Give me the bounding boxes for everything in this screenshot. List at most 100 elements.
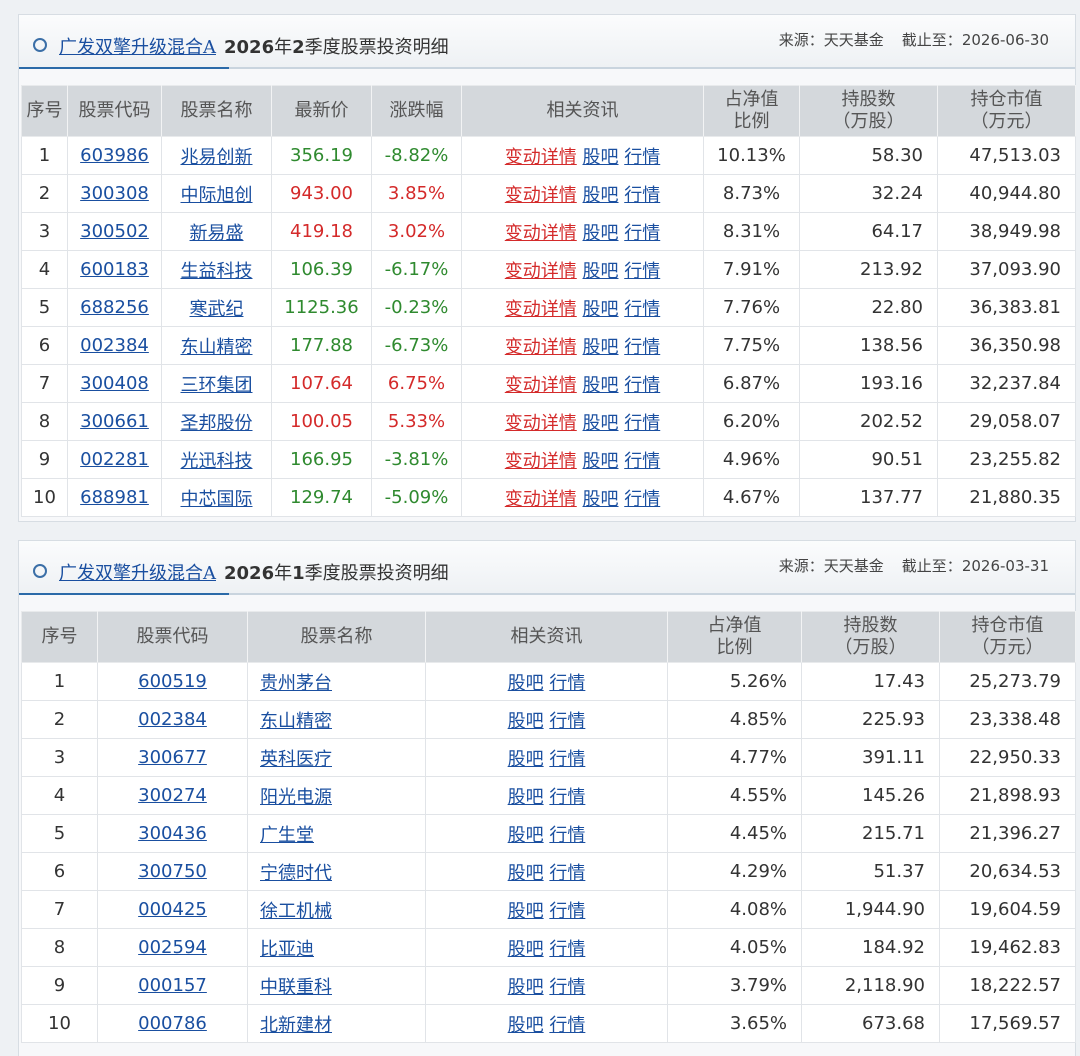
net-value-pct: 4.05% [667, 928, 802, 967]
shares-held: 213.92 [799, 250, 938, 289]
stock-name-link[interactable]: 寒武纪 [190, 299, 244, 320]
guba-link[interactable]: 股吧 [583, 413, 619, 434]
stock-name-link[interactable]: 中联重科 [260, 977, 332, 998]
stock-name-link[interactable]: 徐工机械 [260, 901, 332, 922]
stock-code-link[interactable]: 002281 [80, 449, 149, 470]
stock-code-link[interactable]: 300274 [138, 785, 207, 806]
market-value: 23,338.48 [939, 700, 1076, 739]
stock-code-link[interactable]: 600183 [80, 259, 149, 280]
quote-link[interactable]: 行情 [549, 825, 585, 846]
stock-code-link[interactable]: 000425 [138, 899, 207, 920]
quote-link[interactable]: 行情 [549, 673, 585, 694]
change-detail-link[interactable]: 变动详情 [505, 451, 577, 472]
guba-link[interactable]: 股吧 [583, 147, 619, 168]
guba-link[interactable]: 股吧 [508, 977, 544, 998]
stock-code-link[interactable]: 000157 [138, 975, 207, 996]
stock-code-link[interactable]: 300677 [138, 747, 207, 768]
change-detail-link[interactable]: 变动详情 [505, 413, 577, 434]
stock-code-link[interactable]: 688256 [80, 297, 149, 318]
stock-name-link[interactable]: 圣邦股份 [181, 413, 253, 434]
quote-link[interactable]: 行情 [624, 223, 660, 244]
stock-code-link[interactable]: 600519 [138, 671, 207, 692]
change-detail-link[interactable]: 变动详情 [505, 299, 577, 320]
stock-code-link[interactable]: 000786 [138, 1013, 207, 1034]
market-value: 21,396.27 [939, 814, 1076, 853]
stock-name-link[interactable]: 宁德时代 [260, 863, 332, 884]
guba-link[interactable]: 股吧 [583, 261, 619, 282]
quote-link[interactable]: 行情 [624, 185, 660, 206]
stock-name-link[interactable]: 贵州茅台 [260, 673, 332, 694]
fund-name-link[interactable]: 广发双擎升级混合A [59, 37, 216, 58]
guba-link[interactable]: 股吧 [583, 185, 619, 206]
stock-name-link[interactable]: 英科医疗 [260, 749, 332, 770]
guba-link[interactable]: 股吧 [583, 299, 619, 320]
stock-name-link[interactable]: 中际旭创 [181, 185, 253, 206]
guba-link[interactable]: 股吧 [583, 489, 619, 510]
stock-code-link[interactable]: 603986 [80, 145, 149, 166]
stock-name-link[interactable]: 东山精密 [260, 711, 332, 732]
latest-price: 419.18 [271, 212, 372, 251]
quote-link[interactable]: 行情 [624, 261, 660, 282]
change-detail-link[interactable]: 变动详情 [505, 337, 577, 358]
change-detail-link[interactable]: 变动详情 [505, 261, 577, 282]
guba-link[interactable]: 股吧 [583, 451, 619, 472]
guba-link[interactable]: 股吧 [583, 375, 619, 396]
guba-link[interactable]: 股吧 [583, 223, 619, 244]
stock-code-link[interactable]: 300750 [138, 861, 207, 882]
quote-link[interactable]: 行情 [549, 863, 585, 884]
change-detail-link[interactable]: 变动详情 [505, 375, 577, 396]
guba-link[interactable]: 股吧 [508, 825, 544, 846]
guba-link[interactable]: 股吧 [508, 1015, 544, 1036]
quote-link[interactable]: 行情 [549, 901, 585, 922]
stock-code-link[interactable]: 300436 [138, 823, 207, 844]
quote-link[interactable]: 行情 [549, 1015, 585, 1036]
stock-name-link[interactable]: 兆易创新 [181, 147, 253, 168]
col-header-change: 涨跌幅 [371, 85, 462, 137]
quote-link[interactable]: 行情 [549, 711, 585, 732]
stock-name-link[interactable]: 广生堂 [260, 825, 314, 846]
stock-code-link[interactable]: 002384 [138, 709, 207, 730]
stock-code-link[interactable]: 300661 [80, 411, 149, 432]
col-header-code: 股票代码 [97, 611, 248, 663]
guba-link[interactable]: 股吧 [508, 863, 544, 884]
stock-name-link[interactable]: 新易盛 [190, 223, 244, 244]
quote-link[interactable]: 行情 [624, 413, 660, 434]
change-detail-link[interactable]: 变动详情 [505, 147, 577, 168]
quote-link[interactable]: 行情 [549, 787, 585, 808]
change-detail-link[interactable]: 变动详情 [505, 185, 577, 206]
stock-code-link[interactable]: 688981 [80, 487, 149, 508]
quote-link[interactable]: 行情 [549, 749, 585, 770]
guba-link[interactable]: 股吧 [508, 711, 544, 732]
guba-link[interactable]: 股吧 [508, 901, 544, 922]
stock-code-link[interactable]: 300502 [80, 221, 149, 242]
guba-link[interactable]: 股吧 [508, 939, 544, 960]
fund-name-link[interactable]: 广发双擎升级混合A [59, 563, 216, 584]
guba-link[interactable]: 股吧 [508, 673, 544, 694]
guba-link[interactable]: 股吧 [583, 337, 619, 358]
quote-link[interactable]: 行情 [549, 939, 585, 960]
quote-link[interactable]: 行情 [624, 375, 660, 396]
change-detail-link[interactable]: 变动详情 [505, 223, 577, 244]
stock-name-link[interactable]: 东山精密 [181, 337, 253, 358]
stock-name-link[interactable]: 北新建材 [260, 1015, 332, 1036]
stock-name-link[interactable]: 生益科技 [181, 261, 253, 282]
stock-name-link[interactable]: 三环集团 [181, 375, 253, 396]
guba-link[interactable]: 股吧 [508, 787, 544, 808]
quote-link[interactable]: 行情 [624, 489, 660, 510]
stock-name-link[interactable]: 阳光电源 [260, 787, 332, 808]
change-detail-link[interactable]: 变动详情 [505, 489, 577, 510]
stock-code-link[interactable]: 300308 [80, 183, 149, 204]
quote-link[interactable]: 行情 [624, 299, 660, 320]
code-cell: 688256 [67, 288, 162, 327]
stock-code-link[interactable]: 300408 [80, 373, 149, 394]
guba-link[interactable]: 股吧 [508, 749, 544, 770]
stock-code-link[interactable]: 002594 [138, 937, 207, 958]
stock-code-link[interactable]: 002384 [80, 335, 149, 356]
stock-name-link[interactable]: 光迅科技 [181, 451, 253, 472]
quote-link[interactable]: 行情 [624, 147, 660, 168]
quote-link[interactable]: 行情 [549, 977, 585, 998]
quote-link[interactable]: 行情 [624, 451, 660, 472]
stock-name-link[interactable]: 中芯国际 [181, 489, 253, 510]
stock-name-link[interactable]: 比亚迪 [260, 939, 314, 960]
quote-link[interactable]: 行情 [624, 337, 660, 358]
